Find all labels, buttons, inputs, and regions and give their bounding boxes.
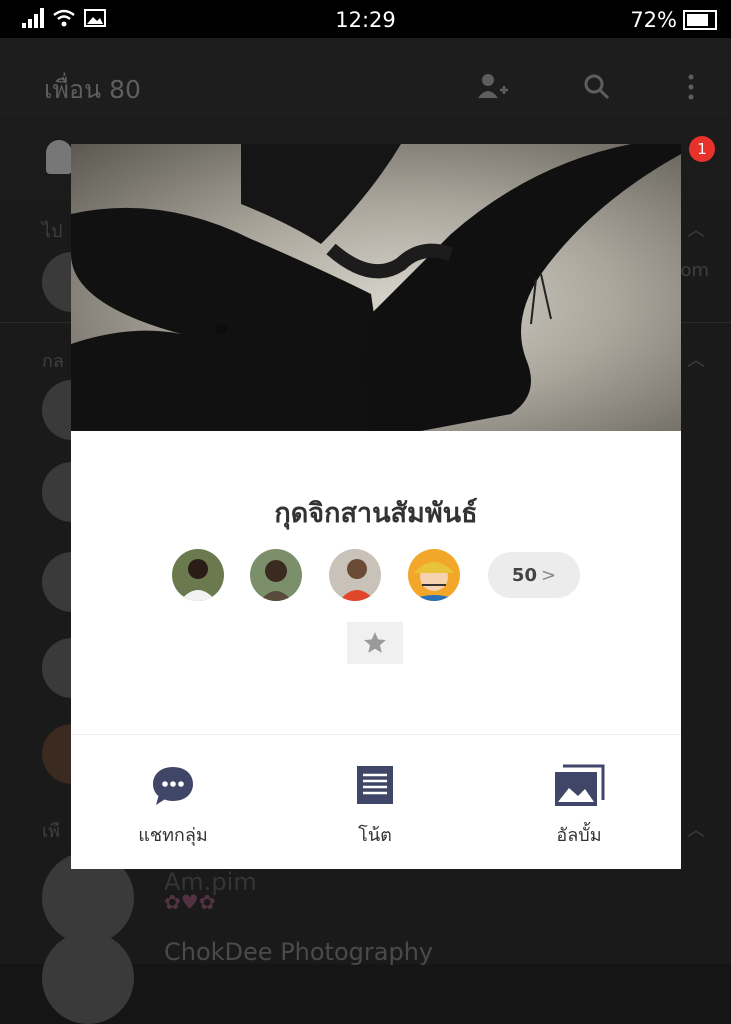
avatar	[42, 932, 134, 1024]
battery-icon	[683, 10, 717, 30]
member-count: 50	[511, 564, 537, 586]
battery-percent: 72%	[630, 8, 677, 32]
member-avatar[interactable]	[329, 549, 381, 601]
status-bar-right: 72%	[630, 8, 717, 32]
partial-text: om	[680, 260, 709, 281]
favorite-button[interactable]	[347, 622, 403, 664]
member-avatar[interactable]	[408, 549, 460, 601]
group-chat-button[interactable]: แชทกลุ่ม	[103, 764, 243, 854]
action-label: แชทกลุ่ม	[138, 825, 208, 846]
section-header-top: ไป	[42, 221, 63, 242]
avatar	[42, 724, 72, 784]
album-icon	[555, 764, 605, 806]
app-header: เพื่อน 80	[0, 38, 731, 118]
add-friend-icon[interactable]	[476, 72, 510, 102]
action-label: อัลบั้ม	[556, 825, 602, 846]
avatar	[42, 552, 72, 612]
album-button[interactable]: อัลบั้ม	[509, 764, 649, 854]
avatar	[42, 380, 72, 440]
cover-image	[71, 144, 681, 431]
note-icon	[357, 766, 393, 804]
section-header-groups: กล	[42, 351, 64, 372]
section-header-friends: เพื	[42, 821, 61, 842]
page-title: เพื่อน 80	[44, 75, 141, 104]
avatar	[42, 462, 72, 522]
chevron-up-icon[interactable]: ︿	[687, 216, 705, 242]
list-item-status: ✿♥✿	[164, 890, 216, 914]
more-vert-icon[interactable]	[686, 72, 696, 102]
chevron-up-icon[interactable]: ︿	[687, 816, 705, 842]
chevron-right-icon: >	[540, 564, 557, 586]
chevron-up-icon[interactable]: ︿	[687, 346, 705, 372]
member-avatar[interactable]	[172, 549, 224, 601]
tab-friends[interactable]	[46, 140, 72, 174]
member-avatar[interactable]	[250, 549, 302, 601]
member-count-button[interactable]: 50 >	[488, 552, 580, 598]
group-name: กุดจิกสานสัมพันธ์	[274, 498, 478, 529]
star-icon	[364, 632, 386, 653]
group-profile-card: กุดจิกสานสัมพันธ์ 50 > แชทกลุ่ม โน้ต อัล…	[71, 144, 681, 869]
note-button[interactable]: โน้ต	[305, 764, 445, 854]
action-label: โน้ต	[358, 825, 392, 846]
avatar	[42, 638, 72, 698]
status-time: 12:29	[335, 8, 396, 32]
divider	[71, 734, 681, 735]
list-item-name[interactable]: ChokDee Photography	[164, 938, 433, 966]
cover-photo	[71, 144, 681, 431]
status-bar: 12:29 72%	[0, 0, 731, 38]
search-icon[interactable]	[582, 72, 612, 102]
chat-bubble-icon	[153, 767, 193, 805]
tab-badge: 1	[689, 136, 715, 162]
